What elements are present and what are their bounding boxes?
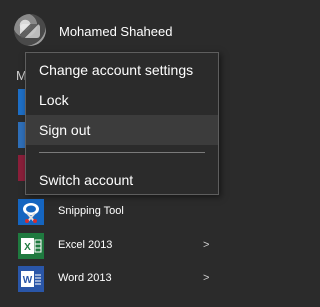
- svg-text:X: X: [24, 242, 31, 253]
- menu-item-sign-out[interactable]: Sign out: [26, 115, 218, 145]
- menu-item-change-account-settings[interactable]: Change account settings: [26, 55, 218, 85]
- snipping-tool-icon: [18, 199, 44, 225]
- user-name: Mohamed Shaheed: [59, 24, 173, 39]
- app-label: Snipping Tool: [58, 205, 124, 217]
- start-menu-panel: Mohamed Shaheed M Change account setting…: [0, 0, 256, 307]
- word-icon: W: [18, 266, 44, 292]
- app-label: Word 2013: [58, 272, 112, 284]
- account-menu: Change account settings Lock Sign out Sw…: [25, 52, 219, 195]
- app-item-snipping-tool[interactable]: Snipping Tool: [0, 197, 256, 227]
- chevron-right-icon[interactable]: >: [203, 272, 209, 284]
- chevron-right-icon[interactable]: >: [203, 239, 209, 251]
- svg-text:W: W: [23, 275, 33, 286]
- app-item-word-2013[interactable]: W Word 2013 >: [0, 264, 256, 294]
- menu-divider: [39, 152, 205, 153]
- app-item-excel-2013[interactable]: X Excel 2013 >: [0, 231, 256, 261]
- user-account-row[interactable]: Mohamed Shaheed: [0, 0, 256, 60]
- avatar[interactable]: [14, 14, 46, 46]
- menu-item-lock[interactable]: Lock: [26, 85, 218, 115]
- menu-item-switch-account[interactable]: Switch account: [26, 165, 218, 195]
- excel-icon: X: [18, 233, 44, 259]
- app-label: Excel 2013: [58, 239, 113, 251]
